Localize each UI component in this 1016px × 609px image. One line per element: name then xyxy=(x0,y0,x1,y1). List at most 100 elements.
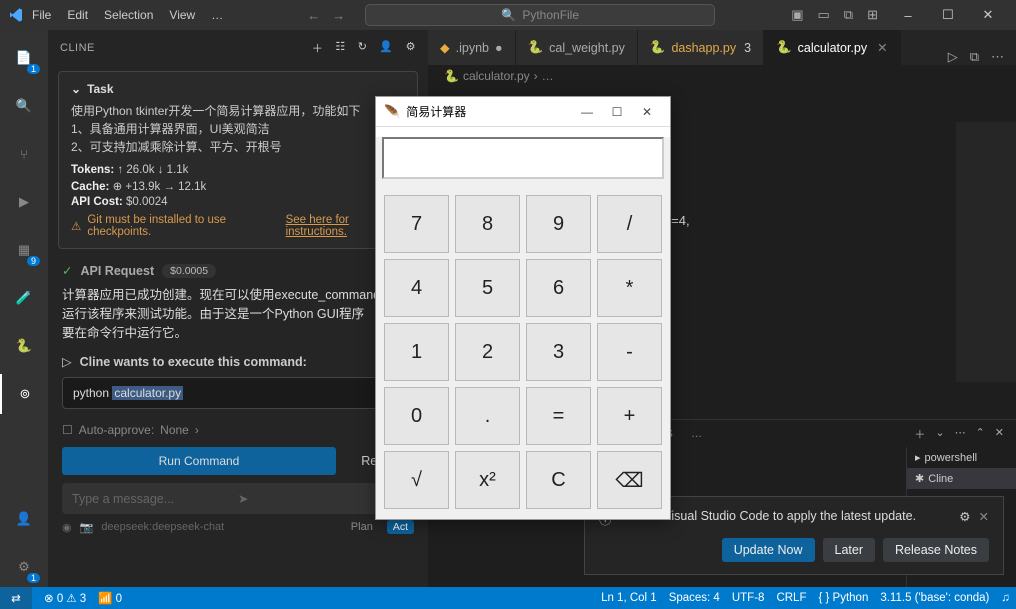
activity-explorer[interactable]: 📄1 xyxy=(0,38,48,78)
status-eol[interactable]: CRLF xyxy=(770,592,812,604)
calc-btn-multiply[interactable]: * xyxy=(597,259,662,317)
new-terminal-icon[interactable]: ＋ xyxy=(914,426,925,442)
calc-btn-backspace[interactable]: ⌫ xyxy=(597,451,662,509)
status-cursor[interactable]: Ln 1, Col 1 xyxy=(595,592,663,604)
panel-tab-more[interactable]: … xyxy=(691,428,702,440)
menu-selection[interactable]: Selection xyxy=(96,8,161,22)
calc-btn-4[interactable]: 4 xyxy=(384,259,449,317)
calc-btn-dot[interactable]: . xyxy=(455,387,520,445)
status-problems[interactable]: ⊗ 0 ⚠ 3 xyxy=(38,591,92,605)
activity-testing[interactable]: 🧪 xyxy=(0,278,48,318)
window-maximize-button[interactable]: ☐ xyxy=(928,1,968,29)
layout-toggle-left-icon[interactable]: ▣ xyxy=(791,7,803,23)
customize-layout-icon[interactable]: ⊞ xyxy=(867,7,878,23)
calc-maximize-button[interactable]: ☐ xyxy=(602,105,632,119)
act-toggle[interactable]: Act xyxy=(387,520,414,534)
chevron-right-icon[interactable]: › xyxy=(195,423,199,437)
terminal-profile-cline[interactable]: ✱Cline xyxy=(907,468,1016,489)
calc-btn-clear[interactable]: C xyxy=(526,451,591,509)
calc-btn-sqrt[interactable]: √ xyxy=(384,451,449,509)
task-heading: Task xyxy=(87,82,113,96)
release-notes-button[interactable]: Release Notes xyxy=(883,538,989,562)
calc-btn-minus[interactable]: - xyxy=(597,323,662,381)
status-encoding[interactable]: UTF-8 xyxy=(726,592,771,604)
calc-btn-6[interactable]: 6 xyxy=(526,259,591,317)
breadcrumb[interactable]: 🐍 calculator.py › … xyxy=(428,65,1016,87)
activity-accounts[interactable]: 👤 xyxy=(0,499,48,539)
menu-more[interactable]: … xyxy=(203,8,231,22)
update-now-button[interactable]: Update Now xyxy=(722,538,815,562)
command-center-search[interactable]: 🔍 PythonFile xyxy=(365,4,715,26)
nav-back-icon[interactable]: ← xyxy=(307,8,320,23)
calc-btn-1[interactable]: 1 xyxy=(384,323,449,381)
remote-indicator[interactable]: ⇄ xyxy=(0,587,32,609)
terminal-profile-powershell[interactable]: ▸powershell xyxy=(907,447,1016,468)
terminal-dropdown-icon[interactable]: ⌄ xyxy=(935,426,944,442)
activity-search[interactable]: 🔍 xyxy=(0,86,48,126)
chat-input[interactable]: Type a message...➤ xyxy=(62,483,414,514)
calc-btn-7[interactable]: 7 xyxy=(384,195,449,253)
more-icon[interactable]: ⋯ xyxy=(955,426,966,442)
close-toast-button[interactable]: ✕ xyxy=(979,509,989,524)
minimap[interactable] xyxy=(956,122,1016,382)
panel-settings-icon[interactable]: ⚙ xyxy=(406,40,416,56)
calc-btn-5[interactable]: 5 xyxy=(455,259,520,317)
calc-close-button[interactable]: ✕ xyxy=(632,105,662,119)
calc-btn-square[interactable]: x² xyxy=(455,451,520,509)
activity-run[interactable]: ▶ xyxy=(0,182,48,222)
tab-cal-weight[interactable]: 🐍cal_weight.py xyxy=(516,30,638,65)
model-label[interactable]: deepseek:deepseek-chat xyxy=(101,521,336,533)
status-indent[interactable]: Spaces: 4 xyxy=(663,592,726,604)
calc-btn-divide[interactable]: / xyxy=(597,195,662,253)
history-icon[interactable]: ↻ xyxy=(358,40,368,56)
calc-btn-9[interactable]: 9 xyxy=(526,195,591,253)
window-minimize-button[interactable]: – xyxy=(888,1,928,29)
activity-settings[interactable]: ⚙1 xyxy=(0,547,48,587)
calc-btn-0[interactable]: 0 xyxy=(384,387,449,445)
status-ports[interactable]: 📶 0 xyxy=(92,591,128,605)
close-panel-icon[interactable]: ✕ xyxy=(995,426,1004,442)
run-command-button[interactable]: Run Command xyxy=(62,447,336,475)
layout-toggle-bottom-icon[interactable]: ▭ xyxy=(818,7,830,23)
window-close-button[interactable]: ✕ xyxy=(968,1,1008,29)
calc-btn-plus[interactable]: + xyxy=(597,387,662,445)
new-task-icon[interactable]: ＋ xyxy=(312,40,324,56)
activity-python[interactable]: 🐍 xyxy=(0,326,48,366)
more-actions-icon[interactable]: ⋯ xyxy=(991,49,1004,65)
status-notifications-icon[interactable]: ♫ xyxy=(995,592,1016,604)
menu-file[interactable]: File xyxy=(24,8,59,22)
menu-edit[interactable]: Edit xyxy=(59,8,96,22)
run-file-icon[interactable]: ▷ xyxy=(948,49,958,65)
context-icon[interactable]: ◉ xyxy=(62,521,72,534)
menu-view[interactable]: View xyxy=(161,8,203,22)
calc-display[interactable] xyxy=(382,137,664,179)
calc-minimize-button[interactable]: — xyxy=(572,105,602,119)
assistant-message: 计算器应用已成功创建。现在可以使用execute_command 运行该程序来测… xyxy=(62,286,414,342)
apicost-val: $0.0024 xyxy=(126,196,168,208)
calc-btn-equals[interactable]: = xyxy=(526,387,591,445)
activity-extensions[interactable]: ▦9 xyxy=(0,230,48,270)
checkbox-empty-icon[interactable]: ☐ xyxy=(62,423,73,437)
nav-forward-icon[interactable]: → xyxy=(332,8,345,23)
calc-btn-3[interactable]: 3 xyxy=(526,323,591,381)
split-editor-icon[interactable]: ⧉ xyxy=(970,49,979,65)
close-tab-icon[interactable]: ✕ xyxy=(877,40,887,55)
account-icon[interactable]: 👤 xyxy=(379,40,393,56)
tab-ipynb[interactable]: ◆.ipynb● xyxy=(428,30,516,65)
toggle-icon[interactable]: ☷ xyxy=(335,40,345,56)
status-language[interactable]: { } Python xyxy=(812,592,874,604)
attach-icon[interactable]: 📷 xyxy=(80,521,94,534)
chevron-down-icon[interactable]: ⌄ xyxy=(71,82,81,96)
maximize-panel-icon[interactable]: ⌃ xyxy=(976,426,985,442)
activity-scm[interactable]: ⑂ xyxy=(0,134,48,174)
calc-btn-2[interactable]: 2 xyxy=(455,323,520,381)
layout-toggle-right-icon[interactable]: ⧉ xyxy=(844,7,853,23)
calc-btn-8[interactable]: 8 xyxy=(455,195,520,253)
tab-calculator[interactable]: 🐍calculator.py✕ xyxy=(764,30,901,65)
plan-toggle[interactable]: Plan xyxy=(345,520,379,534)
activity-cline[interactable]: ⊚ xyxy=(0,374,48,414)
later-button[interactable]: Later xyxy=(823,538,876,562)
tab-dashapp[interactable]: 🐍dashapp.py3 xyxy=(638,30,764,65)
gear-icon[interactable]: ⚙ xyxy=(959,509,970,524)
status-python-env[interactable]: 3.11.5 ('base': conda) xyxy=(874,592,995,604)
